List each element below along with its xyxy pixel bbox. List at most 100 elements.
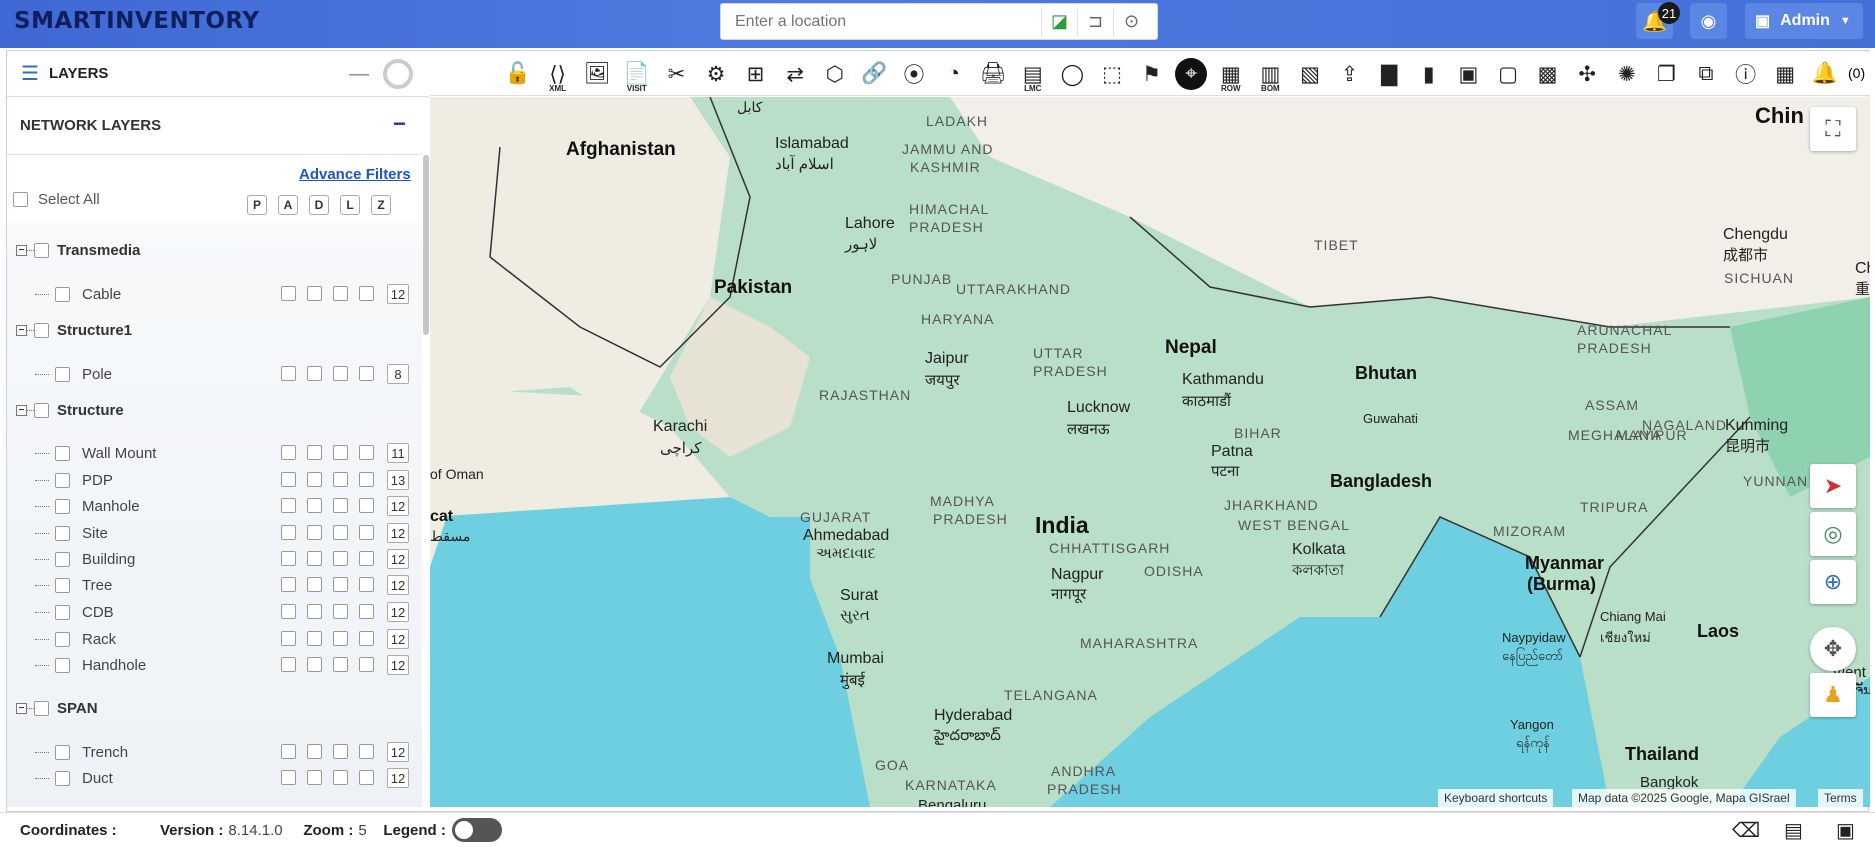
layer-filter-checkbox[interactable] xyxy=(307,657,322,672)
expand-toggle-icon[interactable]: − xyxy=(16,324,27,336)
map-view[interactable]: Afghanistan Pakistan India Nepal Bhutan Bangl… xyxy=(430,97,1870,807)
gps-plug-icon[interactable]: ⊐ xyxy=(1077,6,1113,37)
layer-item[interactable]: Tree 12 xyxy=(7,573,422,597)
search-location-icon[interactable]: ⊙ xyxy=(1113,6,1149,37)
speedometer-icon[interactable]: ◔ xyxy=(938,58,970,90)
layer-filter-checkbox[interactable] xyxy=(333,577,348,592)
layer-filter-checkbox[interactable] xyxy=(281,551,296,566)
row-icon[interactable]: ▦ ROW xyxy=(1215,58,1247,94)
layers-scrollbar[interactable] xyxy=(423,155,429,335)
layer-item[interactable]: Wall Mount 11 xyxy=(7,441,422,465)
pan-control-icon[interactable]: ✥ xyxy=(1810,627,1856,671)
layer-checkbox[interactable] xyxy=(55,577,70,593)
layer-checkbox[interactable] xyxy=(55,286,70,302)
layer-filter-checkbox[interactable] xyxy=(359,657,374,672)
layer-filter-checkbox[interactable] xyxy=(333,472,348,487)
layer-filter-checkbox[interactable] xyxy=(359,445,374,460)
layer-filter-checkbox[interactable] xyxy=(307,744,322,759)
layer-filter-checkbox[interactable] xyxy=(307,631,322,646)
layer-filter-checkbox[interactable] xyxy=(333,366,348,381)
windows-icon[interactable]: ❐ xyxy=(1650,58,1682,90)
collapse-network-layers-button[interactable]: − xyxy=(393,111,406,137)
layer-item[interactable]: CDB 12 xyxy=(7,600,422,624)
printer2-icon[interactable]: ▩ xyxy=(1532,58,1564,90)
support-button[interactable]: ◉ xyxy=(1690,3,1727,39)
layer-item[interactable]: Cable 12 xyxy=(7,282,422,306)
eraser-icon[interactable]: ⌫ xyxy=(1732,818,1760,843)
layer-item[interactable]: Building 12 xyxy=(7,547,422,571)
visit-icon[interactable]: 📄 VISIT xyxy=(621,58,653,93)
layer-filter-checkbox[interactable] xyxy=(281,770,296,785)
route-icon[interactable]: ⦿ xyxy=(898,58,930,90)
layer-filter-checkbox[interactable] xyxy=(307,366,322,381)
layer-filter-checkbox[interactable] xyxy=(281,286,296,301)
book-icon[interactable]: ▤ xyxy=(1784,818,1803,843)
collapse-layers-button[interactable]: — xyxy=(349,63,369,86)
table-icon[interactable]: ▦ xyxy=(1769,58,1801,90)
layer-checkbox[interactable] xyxy=(55,551,70,567)
ruler-icon[interactable]: ⌖ xyxy=(1175,58,1208,90)
layer-checkbox[interactable] xyxy=(55,366,70,382)
swap-icon[interactable]: ⇄ xyxy=(779,58,811,90)
layer-filter-checkbox[interactable] xyxy=(281,631,296,646)
layer-filter-checkbox[interactable] xyxy=(359,472,374,487)
filter-d-button[interactable]: D xyxy=(309,195,329,215)
layer-item[interactable]: Pole 8 xyxy=(7,362,422,386)
document-icon[interactable]: ▣ xyxy=(1452,58,1484,90)
fullscreen-button[interactable]: ⛶ xyxy=(1810,107,1856,151)
layer-checkbox[interactable] xyxy=(55,631,70,647)
layer-filter-checkbox[interactable] xyxy=(333,744,348,759)
layer-item[interactable]: Duct 12 xyxy=(7,766,422,790)
layer-filter-checkbox[interactable] xyxy=(333,770,348,785)
layers-stack-icon[interactable]: ⧉ xyxy=(1690,58,1722,90)
bulb-icon[interactable]: ✺ xyxy=(1611,58,1643,90)
layer-filter-checkbox[interactable] xyxy=(359,498,374,513)
filter-p-button[interactable]: P xyxy=(247,195,267,215)
layer-filter-checkbox[interactable] xyxy=(359,631,374,646)
image-icon[interactable]: 🖼 xyxy=(581,58,613,90)
layer-group[interactable]: − Structure1 xyxy=(7,318,422,342)
bell-icon[interactable]: 🔔 xyxy=(1809,58,1841,90)
layer-filter-checkbox[interactable] xyxy=(307,770,322,785)
keyboard-shortcuts-link[interactable]: Keyboard shortcuts xyxy=(1438,789,1554,807)
info-icon[interactable]: ⓘ xyxy=(1730,58,1762,90)
filter-l-button[interactable]: L xyxy=(340,195,360,215)
layer-item[interactable]: Manhole 12 xyxy=(7,494,422,518)
layer-item[interactable]: PDP 13 xyxy=(7,468,422,492)
layer-item[interactable]: Handhole 12 xyxy=(7,653,422,677)
xml-icon[interactable]: ⟨⟩ XML xyxy=(542,58,574,94)
network-icon[interactable]: ⊞ xyxy=(740,58,772,90)
layer-filter-checkbox[interactable] xyxy=(281,498,296,513)
layer-checkbox[interactable] xyxy=(55,445,70,461)
location-search-input[interactable] xyxy=(721,4,1041,39)
layer-filter-checkbox[interactable] xyxy=(333,604,348,619)
layer-filter-checkbox[interactable] xyxy=(281,577,296,592)
layer-group[interactable]: − Transmedia xyxy=(7,238,422,262)
layer-filter-checkbox[interactable] xyxy=(359,551,374,566)
layer-filter-checkbox[interactable] xyxy=(359,744,374,759)
layer-filter-checkbox[interactable] xyxy=(281,604,296,619)
filter-z-button[interactable]: Z xyxy=(371,195,391,215)
layer-filter-checkbox[interactable] xyxy=(307,498,322,513)
expand-toggle-icon[interactable]: − xyxy=(16,404,27,416)
layer-filter-checkbox[interactable] xyxy=(281,525,296,540)
legend-toggle[interactable] xyxy=(451,818,502,842)
layer-group[interactable]: −Equipment xyxy=(7,803,422,808)
layer-group-checkbox[interactable] xyxy=(34,402,49,418)
app-logo[interactable]: SMARTINVENTORY xyxy=(14,8,260,34)
advance-filters-link[interactable]: Advance Filters xyxy=(299,166,411,183)
circle-icon[interactable]: ◯ xyxy=(1056,58,1088,90)
layer-filter-checkbox[interactable] xyxy=(359,604,374,619)
link-icon[interactable]: 🔗 xyxy=(858,58,890,90)
compass-icon[interactable]: ➤ xyxy=(1810,464,1856,508)
layer-group-checkbox[interactable] xyxy=(34,700,49,716)
layer-filter-checkbox[interactable] xyxy=(359,366,374,381)
print-icon[interactable]: 🖨 xyxy=(977,58,1009,90)
layer-filter-checkbox[interactable] xyxy=(307,472,322,487)
zoom-search-icon[interactable]: ⊕ xyxy=(1810,560,1856,604)
my-location-icon[interactable]: ◎ xyxy=(1810,512,1856,556)
layer-checkbox[interactable] xyxy=(55,657,70,673)
layer-filter-checkbox[interactable] xyxy=(359,286,374,301)
eye-count[interactable]: (0) xyxy=(1848,65,1865,81)
layer-item[interactable]: Trench 12 xyxy=(7,740,422,764)
